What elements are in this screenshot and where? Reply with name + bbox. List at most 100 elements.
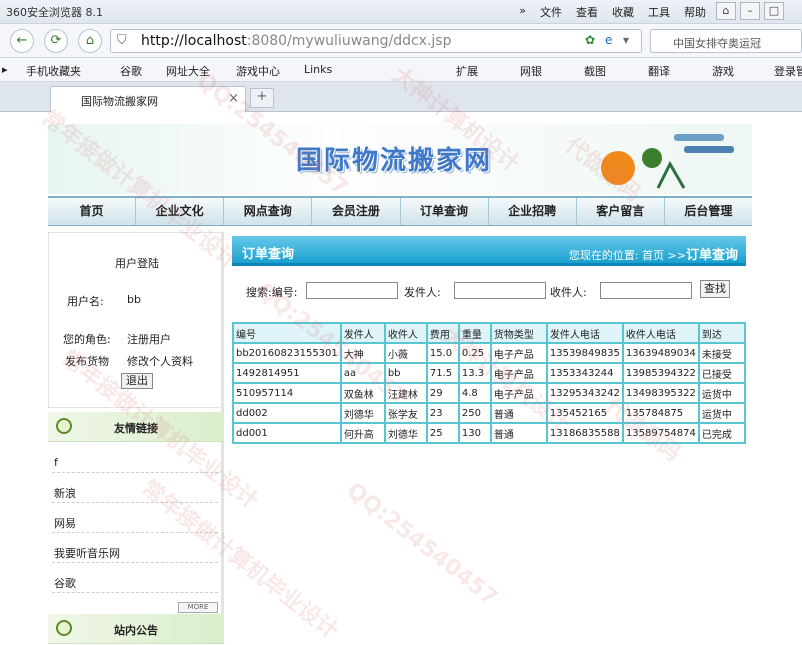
column-header: 发件人 xyxy=(339,322,386,344)
browser-titlebar: 360安全浏览器 8.1 » 文件 查看 收藏 工具 帮助 ⌂ – □ xyxy=(0,0,802,24)
nav-order-query[interactable]: 订单查询 xyxy=(401,198,489,225)
table-cell: 13295343242 xyxy=(545,382,624,404)
table-cell: 何升高 xyxy=(339,422,386,444)
login-panel: 用户登陆 用户名: bb 您的角色: 注册用户 发布货物 修改个人资料 退出 xyxy=(48,232,224,408)
table-cell: 小薇 xyxy=(383,342,428,364)
table-cell: aa xyxy=(339,362,386,384)
column-header: 发件人电话 xyxy=(545,322,624,344)
refresh-icon[interactable]: ⟳ xyxy=(44,29,68,53)
maximize-icon[interactable]: □ xyxy=(764,2,784,20)
table-cell: 刘德华 xyxy=(339,402,386,424)
friends-title: 友情链接 xyxy=(114,422,158,435)
table-row[interactable]: dd001 何升高 刘德华 25 130 普通 13186835588 13589754874… xyxy=(232,422,747,444)
receiver-input[interactable] xyxy=(600,282,692,299)
toolbar-login[interactable]: 登录管 xyxy=(774,63,802,79)
book-icon xyxy=(56,418,72,434)
order-id-input[interactable] xyxy=(306,282,398,299)
menu-tools[interactable]: 工具 xyxy=(648,4,670,20)
dropdown-icon[interactable]: ▾ xyxy=(623,33,629,47)
bookmark-google[interactable]: 谷歌 xyxy=(120,63,142,79)
link-f[interactable]: f xyxy=(54,456,58,469)
order-table: 编号 发件人 收件人 费用 重量 货物类型 发件人电话 收件人电话 到达 bb201608231… xyxy=(232,322,747,444)
tab-strip: 国际物流搬家网 × + xyxy=(0,82,802,112)
nav-message[interactable]: 客户留言 xyxy=(577,198,665,225)
link-google[interactable]: 谷歌 xyxy=(54,575,76,591)
nav-home[interactable]: 首页 xyxy=(48,198,137,225)
bookmark-arrow-icon[interactable]: ▸ xyxy=(2,63,8,76)
post-goods-link[interactable]: 发布货物 xyxy=(65,353,109,369)
table-cell: 13985394322 xyxy=(621,362,700,384)
shield-icon: ⛉ xyxy=(117,33,127,48)
search-button[interactable]: 查找 xyxy=(700,280,730,298)
menu-more[interactable]: » xyxy=(519,4,526,20)
site-banner: 国际物流搬家网 xyxy=(48,124,752,194)
toolbar-screenshot[interactable]: 截图 xyxy=(584,63,606,79)
table-cell: 运货中 xyxy=(697,382,747,404)
nav-admin[interactable]: 后台管理 xyxy=(665,198,752,225)
table-cell: 71.5 xyxy=(425,362,460,384)
sender-input[interactable] xyxy=(454,282,546,299)
bookmark-links[interactable]: Links xyxy=(304,63,332,76)
nav-recruit[interactable]: 企业招聘 xyxy=(489,198,577,225)
bookmark-games[interactable]: 游戏中心 xyxy=(236,63,280,79)
search-id-label: 搜索:编号: xyxy=(246,286,298,299)
edit-profile-link[interactable]: 修改个人资料 xyxy=(127,353,193,369)
table-cell: dd002 xyxy=(232,402,342,424)
menu-help[interactable]: 帮助 xyxy=(684,4,706,20)
bookmark-urls[interactable]: 网址大全 xyxy=(166,63,210,79)
home-icon[interactable]: ⌂ xyxy=(78,29,102,53)
table-cell: 张学友 xyxy=(383,402,428,424)
table-cell: 刘德华 xyxy=(383,422,428,444)
table-row[interactable]: dd002 刘德华 张学友 23 250 普通 135452165 135784875 运货中 xyxy=(232,402,747,424)
table-cell: 510957114 xyxy=(232,382,342,404)
toolbar-bank[interactable]: 网银 xyxy=(520,63,542,79)
table-cell: dd001 xyxy=(232,422,342,444)
table-row[interactable]: bb20160823155301 大神 小薇 15.0 0.25 电子产品 13539849… xyxy=(232,342,747,364)
menu-file[interactable]: 文件 xyxy=(540,4,562,20)
column-header: 收件人 xyxy=(383,322,428,344)
search-form: 搜索:编号: 发件人: 收件人: 查找 xyxy=(232,276,746,306)
skin-icon[interactable]: ⌂ xyxy=(716,2,736,20)
toolbar-extend[interactable]: 扩展 xyxy=(456,63,478,79)
more-button[interactable]: MORE xyxy=(178,602,218,613)
table-cell: 0.25 xyxy=(457,342,492,364)
link-music[interactable]: 我要听音乐网 xyxy=(54,545,120,561)
minimize-icon[interactable]: – xyxy=(740,2,760,20)
address-url: http://localhost:8080/mywuliuwang/ddcx.j… xyxy=(141,33,452,49)
table-row[interactable]: 1492814951 aa bb 71.5 13.3 电子产品 1353343244 1398… xyxy=(232,362,747,384)
menu-view[interactable]: 查看 xyxy=(576,4,598,20)
bookmark-bar: ▸ 手机收藏夹 谷歌 网址大全 游戏中心 Links 扩展 网银 截图 翻译 游… xyxy=(0,58,802,82)
webpage: 国际物流搬家网 首页 企业文化 网点查询 会员注册 订单查询 企业招聘 客户留言… xyxy=(0,63,802,644)
table-cell: 250 xyxy=(457,402,492,424)
bookmark-mobile[interactable]: 手机收藏夹 xyxy=(26,63,81,79)
table-cell: 普通 xyxy=(489,402,548,424)
table-cell: 已接受 xyxy=(697,362,747,384)
menu-favorites[interactable]: 收藏 xyxy=(612,4,634,20)
link-163[interactable]: 网易 xyxy=(54,515,76,531)
sidebar: 用户登陆 用户名: bb 您的角色: 注册用户 发布货物 修改个人资料 退出 友… xyxy=(48,232,224,644)
table-cell: 13.3 xyxy=(457,362,492,384)
order-content: 订单查询 您现在的位置: 首页 >>订单查询 搜索:编号: 发件人: 收件人: … xyxy=(232,236,747,576)
table-header: 编号 发件人 收件人 费用 重量 货物类型 发件人电话 收件人电话 到达 xyxy=(232,322,747,344)
table-row[interactable]: 510957114 双鱼林 汪建林 29 4.8 电子产品 13295343242 13498… xyxy=(232,382,747,404)
username-value: bb xyxy=(127,293,141,306)
nav-culture[interactable]: 企业文化 xyxy=(136,198,225,225)
back-icon[interactable]: ← xyxy=(10,29,34,53)
tab-current[interactable]: 国际物流搬家网 × xyxy=(50,86,246,112)
address-bar[interactable]: ⛉ http://localhost:8080/mywuliuwang/ddcx… xyxy=(110,29,642,53)
toolbar-translate[interactable]: 翻译 xyxy=(648,63,670,79)
search-box[interactable]: 中国女排夺奥运冠 xyxy=(650,29,802,53)
link-sina[interactable]: 新浪 xyxy=(54,485,76,501)
ie-mode-icon[interactable]: e xyxy=(605,33,612,47)
order-header: 订单查询 您现在的位置: 首页 >>订单查询 xyxy=(232,236,746,266)
divider xyxy=(52,472,218,473)
new-tab-icon[interactable]: + xyxy=(250,88,274,108)
speed-icon[interactable]: ✿ xyxy=(585,33,595,47)
logout-button[interactable]: 退出 xyxy=(121,373,153,389)
nav-register[interactable]: 会员注册 xyxy=(312,198,401,225)
close-tab-icon[interactable]: × xyxy=(228,91,239,106)
nav-branch-query[interactable]: 网点查询 xyxy=(224,198,313,225)
username-label: 用户名: xyxy=(67,295,104,308)
table-cell: 普通 xyxy=(489,422,548,444)
toolbar-game[interactable]: 游戏 xyxy=(712,63,734,79)
